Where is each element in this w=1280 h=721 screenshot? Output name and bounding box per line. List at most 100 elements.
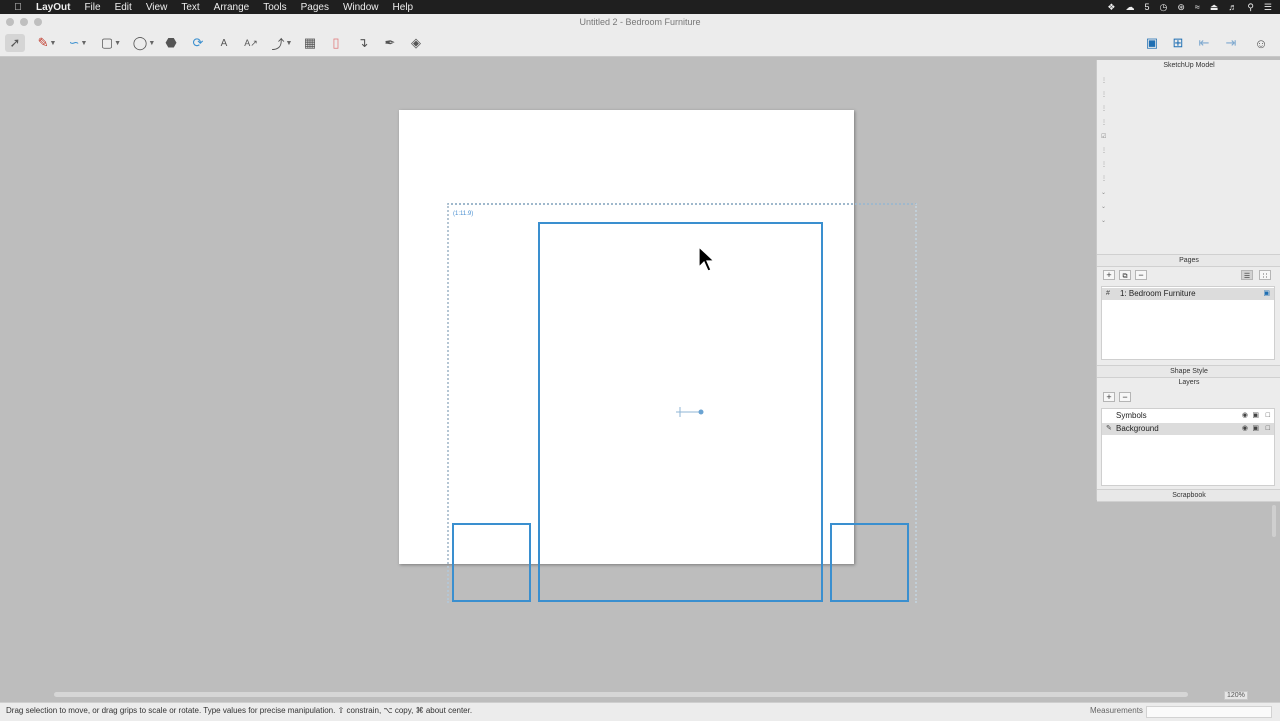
shared-layer-icon[interactable]: □ <box>1266 410 1270 422</box>
layers-panel-title[interactable]: Layers <box>1097 377 1280 388</box>
menu-edit[interactable]: Edit <box>115 2 132 13</box>
chevron-down-icon[interactable]: ⌄ <box>1101 214 1109 228</box>
split-icon: ◈ <box>411 35 421 50</box>
eraser-icon: ▯ <box>332 35 340 50</box>
line-icon: ∽ <box>68 35 80 50</box>
menu-bar:  LayOut File Edit View Text Arrange Too… <box>0 0 1280 14</box>
window-controls <box>6 18 42 26</box>
chevron-down-icon[interactable]: ⌄ <box>1101 200 1109 214</box>
minus-icon: − <box>1138 270 1144 280</box>
eyedropper-tool-button[interactable]: ↴ <box>353 34 373 52</box>
right-nightstand-shape[interactable] <box>830 523 909 602</box>
dropbox-icon[interactable]: ❖ <box>1107 2 1115 13</box>
present-button[interactable]: ▣ <box>1142 34 1162 52</box>
paint-tool-button[interactable]: ✒ <box>380 34 400 52</box>
pencil-tool-button[interactable]: ✎ ▼ <box>34 34 60 52</box>
offset-tool-button[interactable]: ⟳ <box>188 34 208 52</box>
add-page-panel-button[interactable]: + <box>1103 270 1115 280</box>
lock-icon[interactable]: ▣ <box>1252 410 1259 422</box>
status-badge[interactable]: 5 <box>1144 2 1149 12</box>
label-tool-button[interactable]: A↗ <box>241 34 261 52</box>
scrapbook-panel-title[interactable]: Scrapbook <box>1097 489 1280 502</box>
grid-view-button[interactable]: ∷ <box>1259 270 1271 280</box>
time-machine-icon[interactable]: ◷ <box>1159 2 1167 13</box>
zoom-selector[interactable]: 120% <box>1224 691 1248 700</box>
select-tool-button[interactable]: ➚ <box>5 34 25 52</box>
previous-page-icon: ⇤ <box>1198 35 1210 50</box>
rectangle-tool-button[interactable]: ▢ ▼ <box>97 34 125 52</box>
volume-icon[interactable]: ♬ <box>1228 2 1237 12</box>
menu-view[interactable]: View <box>146 2 168 13</box>
pages-panel-title[interactable]: Pages <box>1097 254 1280 267</box>
next-page-button[interactable]: ⇥ <box>1221 34 1241 52</box>
close-window-button[interactable] <box>6 18 14 26</box>
bluetooth-icon[interactable]: ⊛ <box>1177 2 1185 13</box>
notification-icon[interactable]: ☰ <box>1264 2 1272 13</box>
shared-layer-icon[interactable]: □ <box>1266 423 1270 435</box>
menu-tools[interactable]: Tools <box>263 2 286 13</box>
page-in-presentation-icon[interactable]: ▣ <box>1263 288 1270 300</box>
apple-icon[interactable]:  <box>12 2 24 13</box>
account-button[interactable]: ☺ <box>1251 34 1271 52</box>
menu-app[interactable]: LayOut <box>36 2 70 13</box>
sketchup-model-title[interactable]: SketchUp Model <box>1097 60 1280 71</box>
pencil-icon: ✎ <box>37 35 49 50</box>
delete-layer-button[interactable]: − <box>1119 392 1131 402</box>
split-tool-button[interactable]: ◈ <box>406 34 426 52</box>
lock-icon[interactable]: ▣ <box>1252 423 1259 435</box>
status-menu-icons: ❖ ☁ 5 ◷ ⊛ ≈ ⏏ ♬ ⚲ ☰ <box>1107 0 1272 14</box>
chevron-down-icon[interactable]: ⌄ <box>1101 186 1109 200</box>
menu-pages[interactable]: Pages <box>301 2 329 13</box>
zoom-window-button[interactable] <box>34 18 42 26</box>
clipped-field-icon: ⋮ <box>1101 78 1107 84</box>
list-item[interactable]: Symbols ◉ ▣ □ <box>1102 410 1274 422</box>
text-tool-button[interactable]: A <box>214 34 234 52</box>
wifi-icon[interactable]: ≈ <box>1195 2 1200 12</box>
previous-page-button[interactable]: ⇤ <box>1194 34 1214 52</box>
chevron-down-icon: ▼ <box>80 39 88 47</box>
menu-window[interactable]: Window <box>343 2 379 13</box>
add-page-icon: ⊞ <box>1172 35 1184 50</box>
minimize-window-button[interactable] <box>20 18 28 26</box>
visibility-eye-icon[interactable]: ◉ <box>1242 423 1248 435</box>
table-tool-button[interactable]: ▦ <box>300 34 320 52</box>
chevron-down-icon: ▼ <box>49 39 57 47</box>
spotlight-icon[interactable]: ⚲ <box>1247 2 1254 13</box>
vertical-scrollbar[interactable] <box>1272 505 1276 537</box>
polygon-tool-button[interactable]: ⬣ <box>161 34 181 52</box>
eyedropper-icon: ↴ <box>357 35 369 50</box>
duplicate-icon: ⧉ <box>1122 273 1128 280</box>
left-nightstand-shape[interactable] <box>452 523 531 602</box>
list-view-button[interactable]: ☰ <box>1241 270 1253 280</box>
rotation-grip-icon[interactable] <box>674 405 706 419</box>
window-titlebar: Untitled 2 - Bedroom Furniture <box>0 14 1280 30</box>
page-name: 1: Bedroom Furniture <box>1120 289 1196 298</box>
toolbar: ➚ ✎ ▼ ∽ ▼ ▢ ▼ ◯ ▼ ⬣ ⟳ A A↗ ⤴ ▼ ▦ ▯ ↴ ✒ ◈ ▣ ⊞ … <box>0 30 1280 57</box>
dimension-tool-button[interactable]: ⤴ ▼ <box>268 34 296 52</box>
clipped-field-icon: ⋮ <box>1101 106 1107 112</box>
circle-tool-button[interactable]: ◯ ▼ <box>130 34 158 52</box>
pages-list: # 1: Bedroom Furniture ▣ <box>1101 286 1275 360</box>
eraser-tool-button[interactable]: ▯ <box>326 34 346 52</box>
menu-text[interactable]: Text <box>181 2 199 13</box>
add-page-button[interactable]: ⊞ <box>1168 34 1188 52</box>
list-item[interactable]: # 1: Bedroom Furniture ▣ <box>1102 288 1274 300</box>
list-view-icon: ☰ <box>1243 273 1251 280</box>
measurements-label: Measurements <box>1090 706 1143 715</box>
horizontal-scrollbar[interactable] <box>54 692 1188 697</box>
clipped-field-icon: ⋮ <box>1101 120 1107 126</box>
menu-file[interactable]: File <box>84 2 100 13</box>
checkbox-icon[interactable]: ☑ <box>1101 130 1109 144</box>
add-layer-button[interactable]: + <box>1103 392 1115 402</box>
list-item[interactable]: ✎ Background ◉ ▣ □ <box>1102 423 1274 435</box>
measurements-input[interactable] <box>1146 706 1272 718</box>
duplicate-page-button[interactable]: ⧉ <box>1119 270 1131 280</box>
line-tool-button[interactable]: ∽ ▼ <box>64 34 92 52</box>
delete-page-button[interactable]: − <box>1135 270 1147 280</box>
cloud-icon[interactable]: ☁ <box>1125 2 1134 13</box>
eject-icon[interactable]: ⏏ <box>1210 2 1219 13</box>
visibility-eye-icon[interactable]: ◉ <box>1242 410 1248 422</box>
menu-help[interactable]: Help <box>393 2 414 13</box>
circle-icon: ◯ <box>132 35 148 50</box>
menu-arrange[interactable]: Arrange <box>214 2 250 13</box>
